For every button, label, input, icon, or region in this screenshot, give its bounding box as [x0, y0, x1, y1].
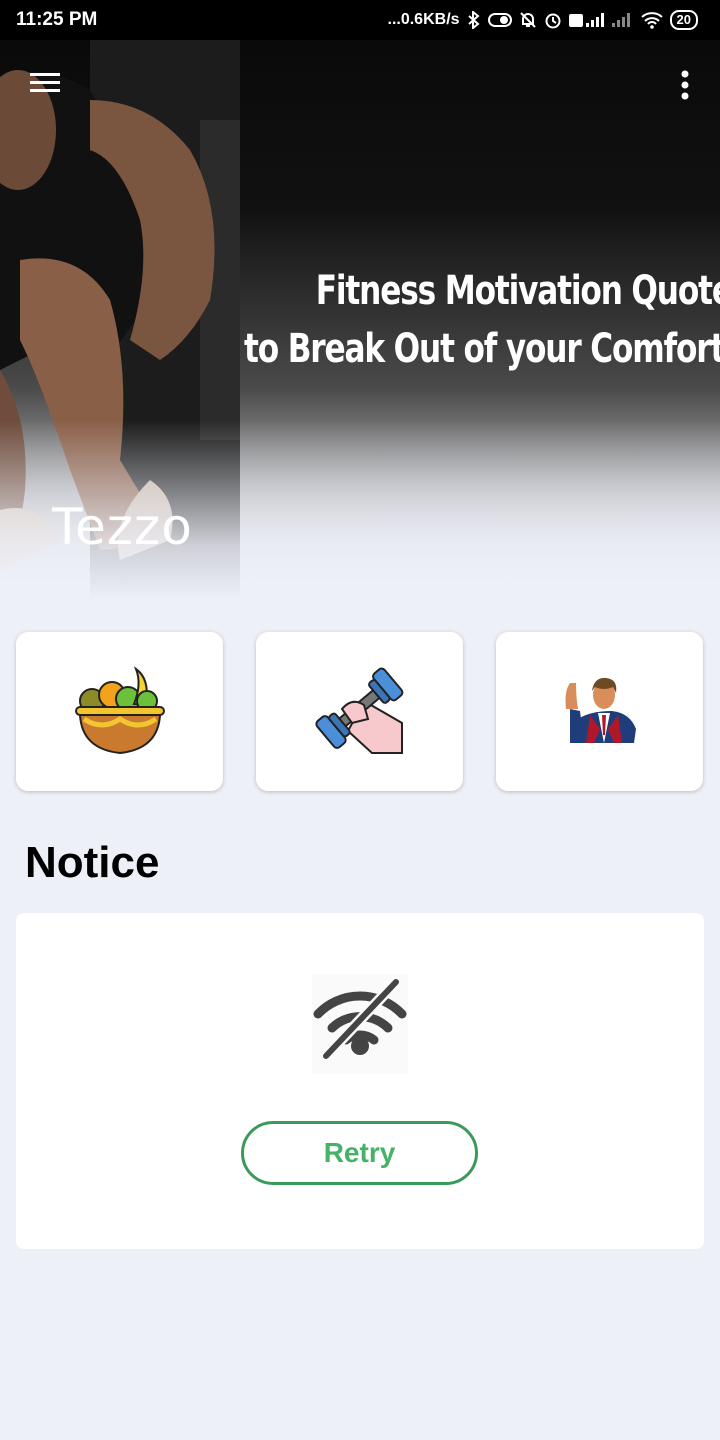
status-bar: 11:25 PM ...0.6KB/s 20 [0, 0, 720, 40]
status-icons: ...0.6KB/s 20 [387, 10, 698, 30]
network-speed: ...0.6KB/s [387, 11, 460, 28]
battery-icon: 20 [669, 10, 698, 30]
menu-icon[interactable] [28, 70, 62, 96]
hero-banner: Fitness Motivation Quote to Break Out of… [0, 40, 720, 600]
user-name: Tezzo [52, 498, 193, 556]
signal-icon [568, 12, 605, 28]
tile-diet[interactable] [16, 632, 223, 791]
status-time: 11:25 PM [16, 9, 98, 30]
tile-workout[interactable] [256, 632, 463, 791]
alarm-icon [544, 11, 562, 29]
toggle-icon [487, 12, 512, 28]
trainer-icon [560, 669, 640, 754]
hero-quote: Fitness Motivation Quote to Break Out of… [244, 262, 720, 378]
dumbbell-icon [312, 661, 408, 762]
bluetooth-icon [467, 11, 481, 29]
quote-line-2: to Break Out of your Comfort [244, 326, 720, 372]
notice-card [16, 913, 704, 1249]
quote-line-1: Fitness Motivation Quote [315, 268, 720, 314]
tile-trainer[interactable] [496, 632, 703, 791]
notice-title: Notice [25, 838, 160, 887]
fruit-basket-icon [72, 659, 168, 764]
mute-bell-icon [519, 11, 537, 29]
signal-weak-icon [611, 12, 634, 28]
retry-button[interactable]: Retry [241, 1121, 478, 1185]
wifi-off-icon [312, 974, 408, 1074]
wifi-icon [640, 11, 663, 29]
more-options-icon[interactable] [672, 68, 698, 102]
